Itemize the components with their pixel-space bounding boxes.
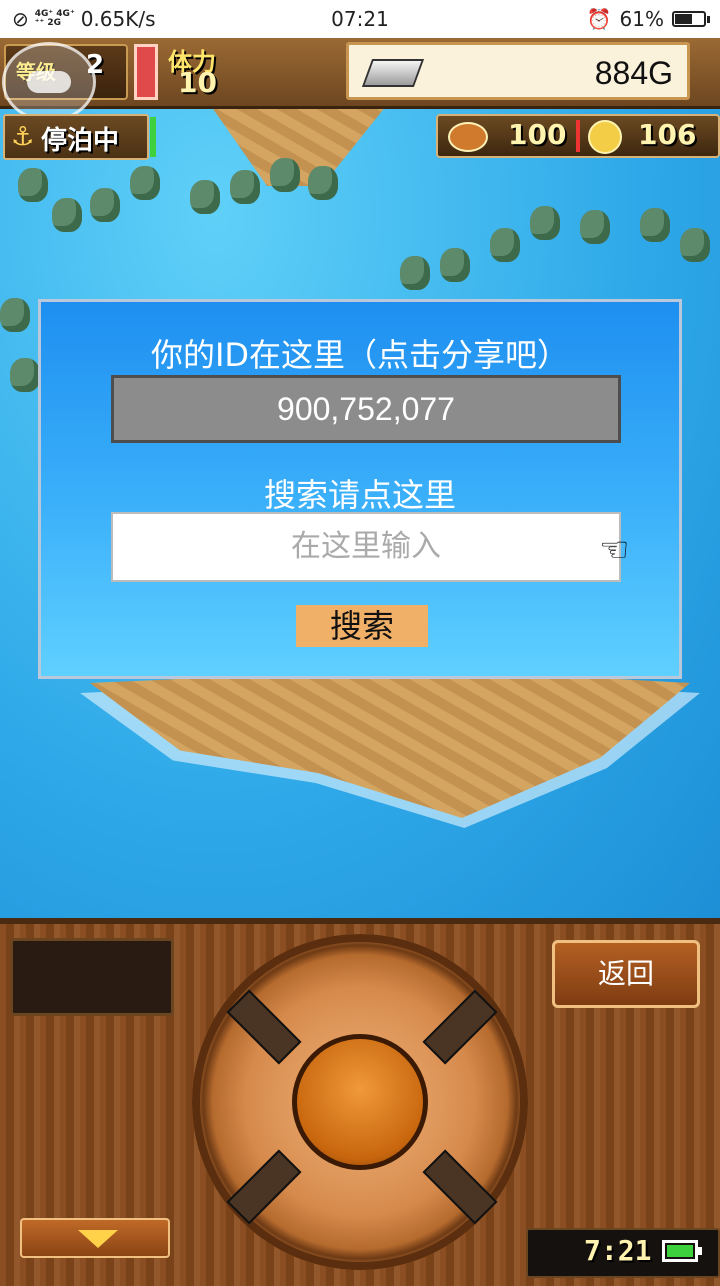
- stamina-bar: [134, 44, 158, 100]
- tree: [308, 166, 338, 200]
- food-value: 100: [508, 118, 567, 151]
- tree: [680, 228, 710, 262]
- tree: [530, 206, 560, 240]
- game-battery-icon: [662, 1240, 702, 1262]
- gold-value: 884G: [594, 55, 673, 91]
- battery-percent: 61%: [619, 7, 664, 31]
- food-icon: [448, 122, 488, 152]
- tree: [440, 248, 470, 282]
- tree: [640, 208, 670, 242]
- back-button[interactable]: 返回: [552, 940, 700, 1008]
- silver-bar-icon: [361, 59, 425, 87]
- battery-icon: [672, 11, 710, 27]
- info-screen: [10, 938, 174, 1016]
- moored-indicator: [150, 117, 156, 157]
- gold-panel: 884G: [346, 42, 690, 100]
- resource-divider: [576, 120, 580, 152]
- menu-down-button[interactable]: [20, 1218, 170, 1258]
- search-label: 搜索请点这里: [263, 476, 456, 514]
- search-input[interactable]: 在这里输入: [111, 512, 621, 582]
- dialog-title[interactable]: 你的ID在这里（点击分享吧）: [41, 330, 679, 376]
- coin-value: 106: [638, 118, 697, 151]
- id-share-dialog: 你的ID在这里（点击分享吧） 900,752,077 搜索请点这里 在这里输入 …: [38, 299, 682, 679]
- wheel-center-button[interactable]: [292, 1034, 428, 1170]
- tree: [580, 210, 610, 244]
- tree: [230, 170, 260, 204]
- gamepad-icon[interactable]: [2, 42, 96, 122]
- tree: [270, 158, 300, 192]
- tree: [90, 188, 120, 222]
- moored-label: 停泊中: [41, 126, 120, 156]
- tree: [400, 256, 430, 290]
- tree: [52, 198, 82, 232]
- tree: [190, 180, 220, 214]
- tree: [0, 298, 30, 332]
- status-bar: ⊘ 4G⁺ 4G⁺ ⁺⁺ 2G 0.65K/s 07:21 ⏰ 61%: [0, 0, 720, 38]
- island-dock: [90, 668, 690, 818]
- tree: [130, 166, 160, 200]
- down-arrow-icon: [78, 1230, 118, 1248]
- tree: [18, 168, 48, 202]
- anchor-icon: ⚓: [11, 122, 35, 152]
- game-clock: 7:21: [584, 1234, 652, 1267]
- player-id-box[interactable]: 900,752,077: [111, 375, 621, 443]
- game-clock-panel: 7:21: [526, 1228, 720, 1278]
- resource-panel: 100 106: [436, 114, 720, 158]
- alarm-icon: ⏰: [586, 7, 612, 31]
- stamina-value: 10: [178, 66, 217, 99]
- moored-status[interactable]: ⚓ 停泊中: [3, 114, 149, 160]
- tree: [10, 358, 40, 392]
- search-button[interactable]: 搜索: [296, 605, 428, 647]
- pointing-hand-icon: ☜: [599, 530, 630, 570]
- coin-icon: [588, 120, 622, 154]
- tree: [490, 228, 520, 262]
